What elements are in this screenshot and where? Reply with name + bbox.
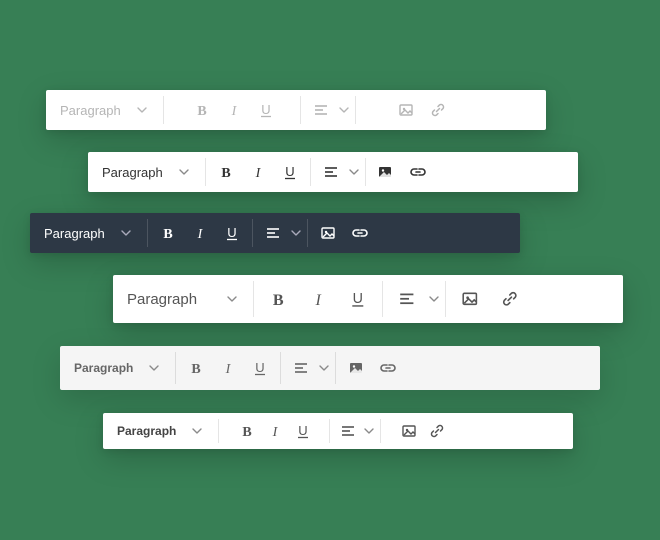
link-button[interactable] [344,213,376,253]
image-button[interactable] [450,275,490,323]
divider [310,158,311,186]
divider [218,419,219,443]
divider [382,281,383,317]
link-button[interactable] [422,90,454,130]
chevron-down-icon [119,225,133,241]
italic-button[interactable] [242,152,274,192]
italic-button[interactable] [184,213,216,253]
divider [163,96,164,124]
paragraph-select-label: Paragraph [60,103,121,118]
underline-button[interactable] [289,413,317,449]
link-button[interactable] [490,275,530,323]
toolbar-variant-2: Paragraph [88,152,578,192]
divider [307,219,308,247]
divider [175,352,176,384]
paragraph-select-label: Paragraph [44,226,105,241]
bold-button[interactable] [233,413,261,449]
align-button[interactable] [285,346,317,390]
toolbar-variant-4-large: Paragraph [113,275,623,323]
toolbar-variant-3-dark: Paragraph [30,213,520,253]
divider [252,219,253,247]
underline-button[interactable] [338,275,378,323]
bold-button[interactable] [186,90,218,130]
align-button[interactable] [334,413,362,449]
align-button[interactable] [257,213,289,253]
chevron-down-icon [289,225,303,241]
divider [445,281,446,317]
image-button[interactable] [312,213,344,253]
link-button[interactable] [402,152,434,192]
underline-button[interactable] [274,152,306,192]
italic-button[interactable] [261,413,289,449]
divider [335,352,336,384]
underline-button[interactable] [250,90,282,130]
divider [253,281,254,317]
toolbar-variant-6-compact: Paragraph [103,413,573,449]
paragraph-select-label: Paragraph [127,291,197,308]
align-button[interactable] [305,90,337,130]
align-button[interactable] [387,275,427,323]
chevron-down-icon [135,102,149,118]
divider [365,158,366,186]
chevron-down-icon [427,291,441,307]
paragraph-select[interactable]: Paragraph [113,275,249,323]
chevron-down-icon [337,102,351,118]
italic-button[interactable] [212,346,244,390]
divider [147,219,148,247]
paragraph-select[interactable]: Paragraph [30,213,143,253]
paragraph-select-label: Paragraph [74,361,133,375]
align-button[interactable] [315,152,347,192]
divider [205,158,206,186]
paragraph-select-label: Paragraph [102,165,163,180]
link-button[interactable] [372,346,404,390]
underline-button[interactable] [244,346,276,390]
divider [300,96,301,124]
chevron-down-icon [177,164,191,180]
chevron-down-icon [190,423,204,439]
divider [380,419,381,443]
divider [329,419,330,443]
chevron-down-icon [225,291,239,307]
toolbar-variant-5-gray: Paragraph [60,346,600,390]
bold-button[interactable] [152,213,184,253]
italic-button[interactable] [298,275,338,323]
image-button[interactable] [370,152,402,192]
paragraph-select[interactable]: Paragraph [103,413,214,449]
bold-button[interactable] [258,275,298,323]
paragraph-select[interactable]: Paragraph [60,346,171,390]
underline-button[interactable] [216,213,248,253]
divider [355,96,356,124]
chevron-down-icon [317,360,331,376]
link-button[interactable] [423,413,451,449]
chevron-down-icon [347,164,361,180]
paragraph-select[interactable]: Paragraph [46,90,159,130]
chevron-down-icon [147,360,161,376]
paragraph-select-label: Paragraph [117,424,176,438]
image-button[interactable] [390,90,422,130]
image-button[interactable] [340,346,372,390]
toolbar-variant-1: Paragraph [46,90,546,130]
bold-button[interactable] [180,346,212,390]
italic-button[interactable] [218,90,250,130]
bold-button[interactable] [210,152,242,192]
paragraph-select[interactable]: Paragraph [88,152,201,192]
chevron-down-icon [362,423,376,439]
image-button[interactable] [395,413,423,449]
divider [280,352,281,384]
